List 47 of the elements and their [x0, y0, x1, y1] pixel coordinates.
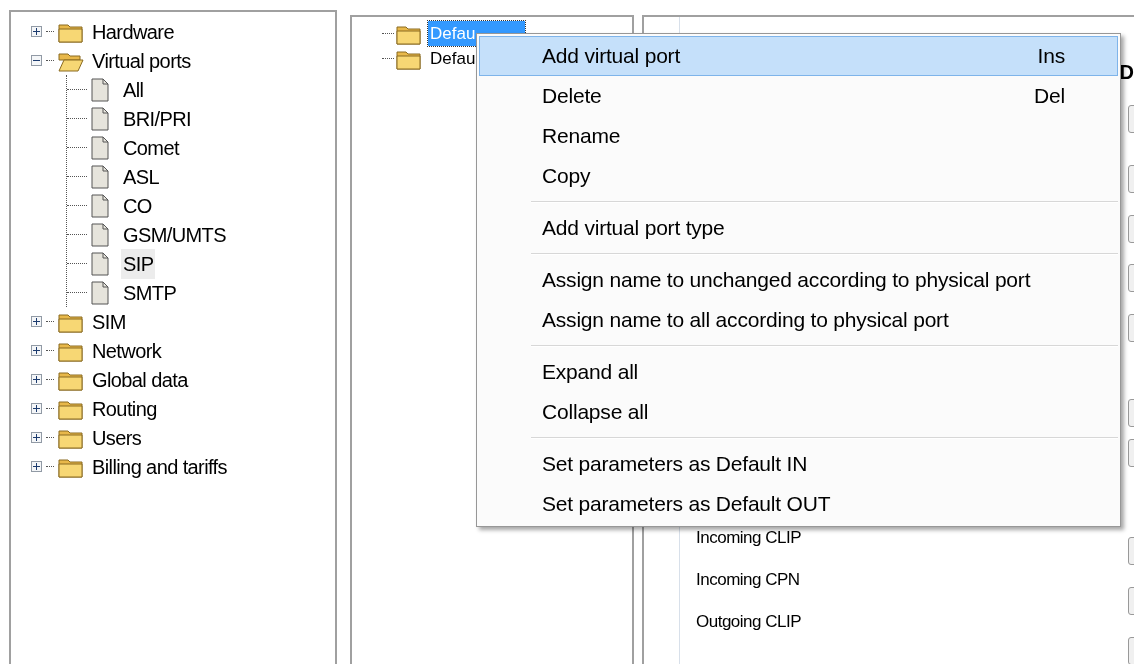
- document-icon: [91, 193, 109, 218]
- menu-item[interactable]: Copy: [479, 156, 1118, 196]
- document-icon: [91, 251, 109, 276]
- expand-icon[interactable]: [31, 461, 42, 472]
- document-icon: [91, 106, 109, 131]
- tree-item[interactable]: SIM: [90, 306, 128, 337]
- tree-item[interactable]: Virtual ports: [90, 45, 193, 76]
- tree-item[interactable]: SMTP: [121, 277, 179, 308]
- tree-item[interactable]: Hardware: [90, 16, 176, 47]
- menu-item[interactable]: Set parameters as Default OUT: [479, 484, 1118, 524]
- document-icon: [91, 77, 109, 102]
- tree-item[interactable]: Users: [90, 422, 144, 453]
- field-label: Incoming CPN: [696, 569, 801, 589]
- tree-item[interactable]: Comet: [121, 132, 181, 163]
- expand-icon[interactable]: [31, 345, 42, 356]
- menu-item[interactable]: Assign name to all according to physical port: [479, 300, 1118, 340]
- tree-item[interactable]: All: [121, 74, 146, 105]
- menu-item[interactable]: Add virtual port type: [479, 208, 1118, 248]
- expand-icon[interactable]: [31, 374, 42, 385]
- menu-item[interactable]: Add virtual port Ins: [479, 36, 1118, 76]
- tree-item[interactable]: BRI/PRI: [121, 103, 194, 134]
- tree-item[interactable]: Global data: [90, 364, 190, 395]
- menu-item[interactable]: Set parameters as Default IN: [479, 444, 1118, 484]
- collapse-icon[interactable]: [31, 55, 42, 66]
- expand-icon[interactable]: [31, 26, 42, 37]
- menu-item[interactable]: Collapse all: [479, 392, 1118, 432]
- tree-item[interactable]: ASL: [121, 161, 161, 192]
- expand-icon[interactable]: [31, 432, 42, 443]
- field-label: Incoming CLIP: [696, 527, 801, 547]
- menu-item[interactable]: Delete Del: [479, 76, 1118, 116]
- menu-item[interactable]: Rename: [479, 116, 1118, 156]
- tree-item[interactable]: GSM/UMTS: [121, 219, 228, 250]
- section-heading: D: [1119, 60, 1134, 85]
- tree-item[interactable]: Routing: [90, 393, 159, 424]
- tree-item[interactable]: CO: [121, 190, 154, 221]
- document-icon: [91, 164, 109, 189]
- menu-item[interactable]: Expand all: [479, 352, 1118, 392]
- menu-item[interactable]: Assign name to unchanged according to physical port: [479, 260, 1118, 300]
- document-icon: [91, 222, 109, 247]
- document-icon: [91, 280, 109, 305]
- expand-icon[interactable]: [31, 403, 42, 414]
- field-label: Outgoing CLIP: [696, 611, 801, 631]
- tree-item[interactable]: Billing and tariffs: [90, 451, 229, 482]
- expand-icon[interactable]: [31, 316, 42, 327]
- document-icon: [91, 135, 109, 160]
- tree-item[interactable]: Network: [90, 335, 164, 366]
- tree-item[interactable]: SIP: [121, 248, 156, 279]
